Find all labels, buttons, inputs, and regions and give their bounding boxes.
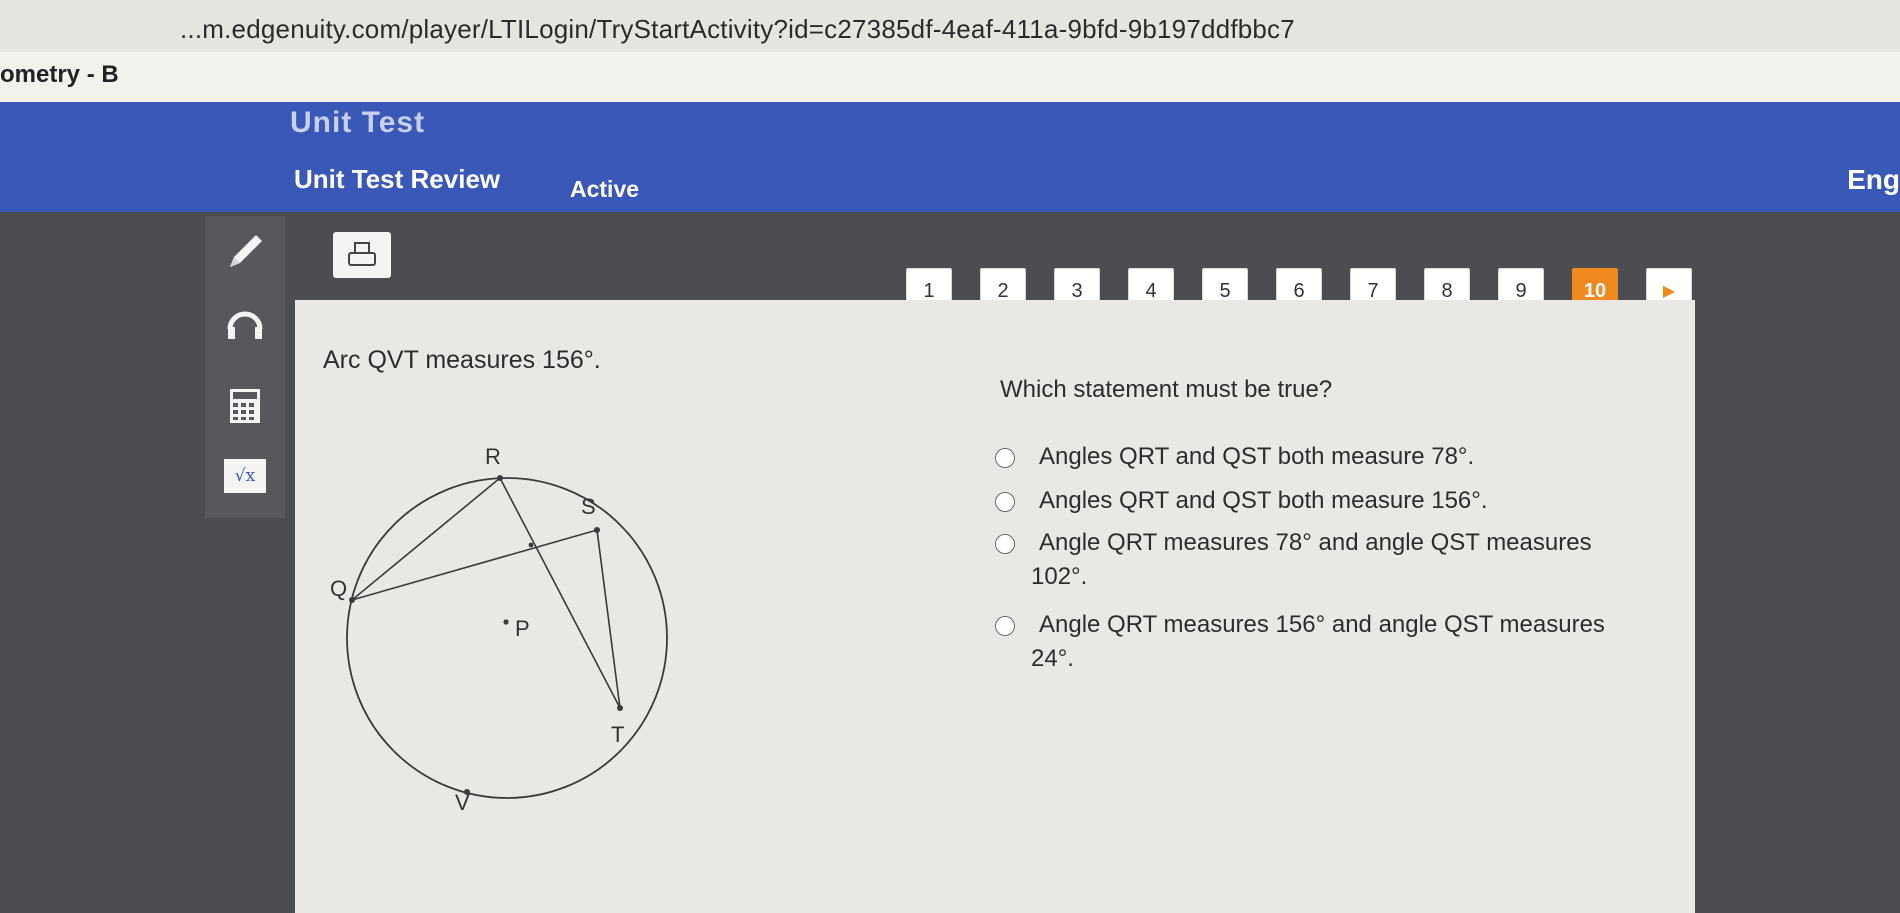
status-label: Active — [570, 176, 640, 202]
label-r: R — [485, 444, 501, 469]
answer-option-text: Angle QRT measures 78° and angle QST mea… — [1031, 529, 1592, 590]
pencil-tool[interactable] — [219, 228, 271, 276]
label-s: S — [581, 494, 596, 519]
answer-option-1[interactable]: Angles QRT and QST both measure 78°. — [995, 440, 1635, 480]
activity-title: Unit Test Review — [294, 164, 501, 194]
play-arrow-icon: ▶ — [1662, 283, 1676, 300]
radio-button[interactable] — [995, 534, 1015, 554]
answer-option-2[interactable]: Angles QRT and QST both measure 156°. — [995, 484, 1635, 524]
center-p — [503, 619, 509, 625]
answer-option-text: Angle QRT measures 156° and angle QST me… — [1031, 611, 1605, 672]
label-t: T — [611, 722, 624, 747]
radio-button[interactable] — [995, 448, 1015, 468]
vertex-t — [617, 705, 623, 711]
browser-address-bar[interactable]: ...m.edgenuity.com/player/LTILogin/TrySt… — [0, 0, 1900, 52]
answer-option-text: Angles QRT and QST both measure 78°. — [1039, 443, 1475, 470]
chord-qr — [351, 477, 501, 601]
headphones-icon — [227, 311, 263, 339]
question-panel: Arc QVT measures 156°. R S Q P T V Which… — [295, 300, 1695, 913]
label-q: Q — [330, 576, 347, 601]
vertex-s — [594, 527, 600, 533]
url-text[interactable]: ...m.edgenuity.com/player/LTILogin/TrySt… — [180, 14, 1295, 45]
vertex-r — [497, 475, 503, 481]
language-selector[interactable]: Eng — [1847, 164, 1900, 196]
answer-option-3[interactable]: Angle QRT measures 78° and angle QST mea… — [995, 526, 1635, 598]
label-p: P — [515, 616, 530, 641]
tool-rail: √x — [205, 216, 285, 518]
label-v: V — [455, 790, 470, 810]
text-to-speech-tool[interactable] — [219, 300, 271, 348]
answer-option-4[interactable]: Angle QRT measures 156° and angle QST me… — [995, 608, 1635, 680]
question-stem: Which statement must be true? — [1000, 376, 1333, 403]
unit-title: Unit Test — [290, 106, 426, 139]
radio-button[interactable] — [995, 492, 1015, 512]
question-prompt: Arc QVT measures 156°. — [323, 346, 601, 374]
radio-button[interactable] — [995, 616, 1015, 636]
vertex-q — [349, 597, 355, 603]
print-button[interactable] — [333, 232, 391, 278]
chord-st — [596, 529, 621, 709]
calculator-tool[interactable] — [219, 382, 271, 430]
course-strip: ometry - B — [0, 52, 1900, 102]
chord-qs — [351, 529, 598, 601]
circle-p — [346, 477, 668, 799]
circle-diagram: R S Q P T V — [330, 444, 668, 810]
sqrt-label: √x — [234, 466, 256, 486]
chord-rt — [499, 477, 621, 709]
calculator-icon — [230, 389, 260, 423]
activity-header: Unit Test Unit Test Review Active Eng — [0, 102, 1900, 212]
printer-icon — [348, 242, 376, 266]
screen: ...m.edgenuity.com/player/LTILogin/TrySt… — [0, 0, 1900, 913]
intersection-point — [528, 542, 534, 548]
pencil-icon — [230, 235, 262, 267]
answer-option-text: Angles QRT and QST both measure 156°. — [1039, 487, 1488, 514]
course-title: ometry - B — [0, 61, 119, 88]
formula-tool[interactable]: √x — [219, 452, 271, 500]
sqrt-icon: √x — [224, 459, 266, 493]
